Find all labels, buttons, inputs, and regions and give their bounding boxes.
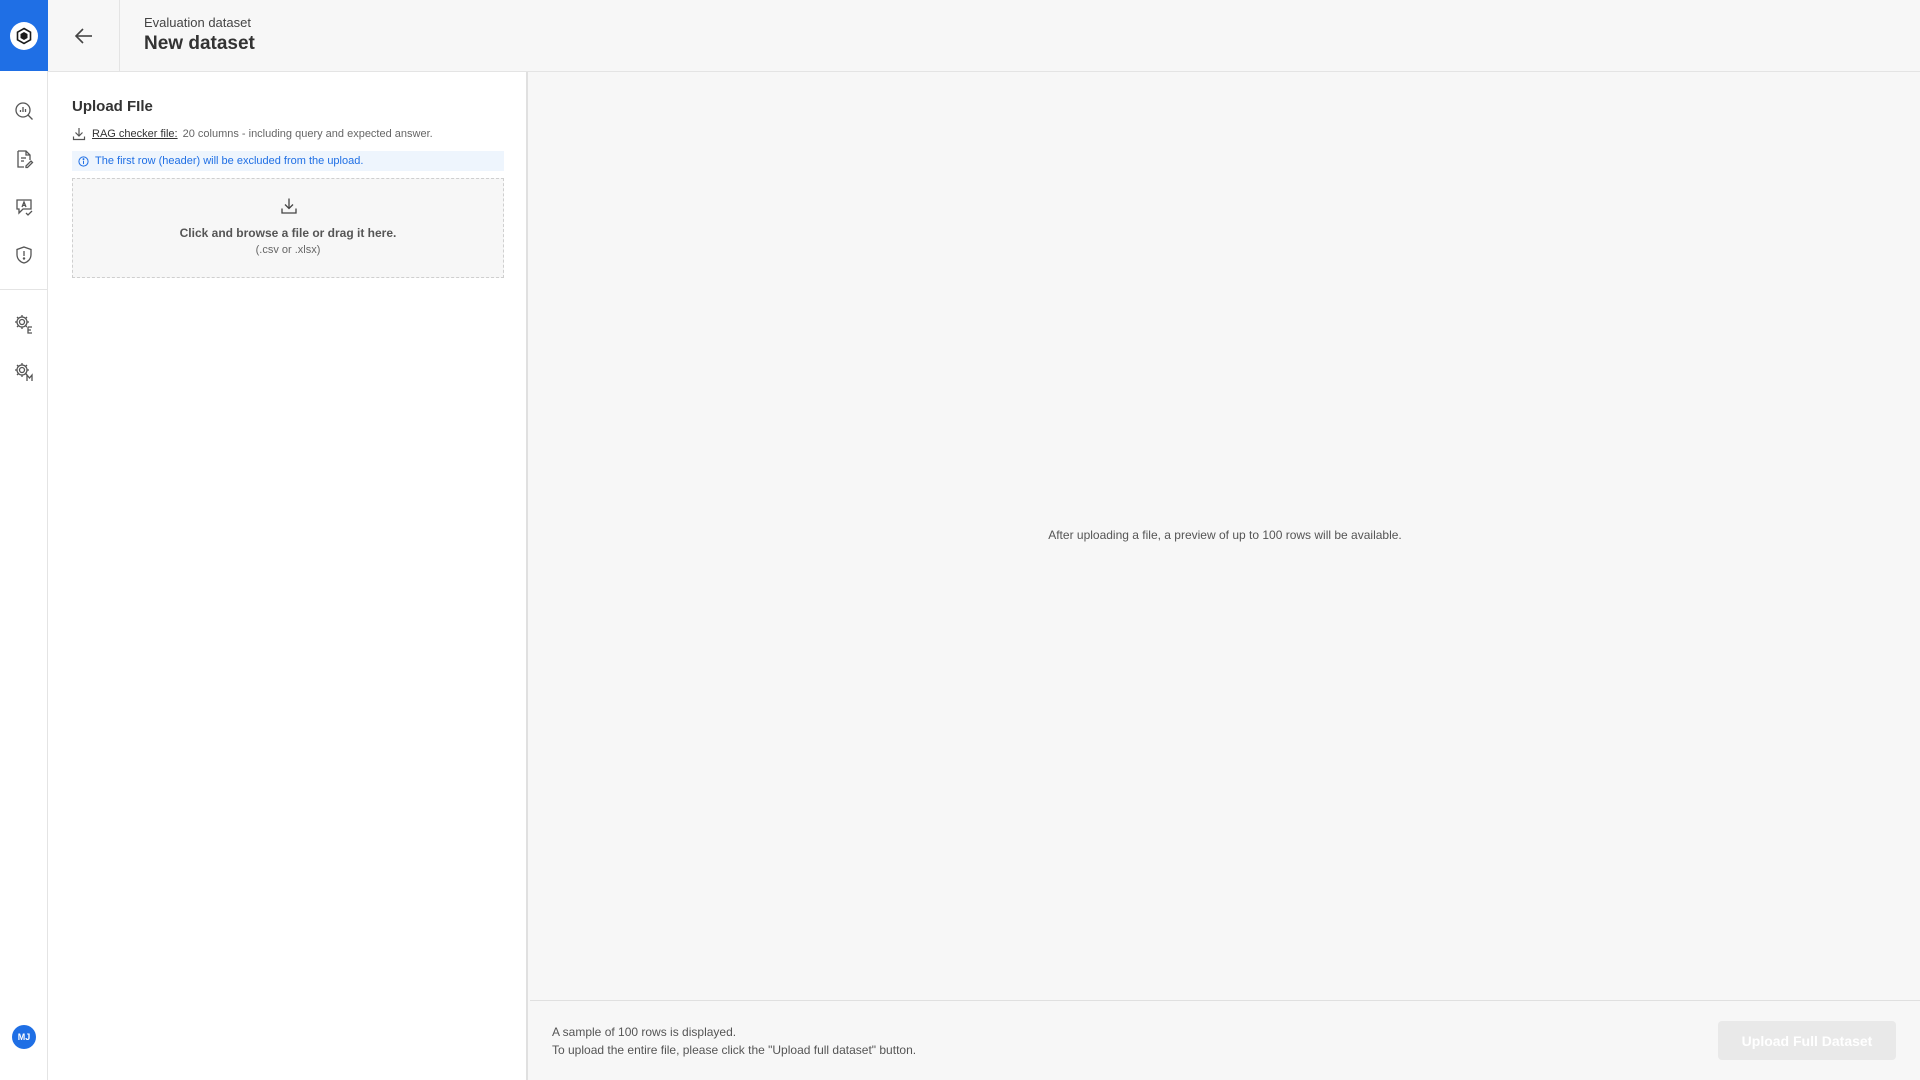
back-button[interactable] bbox=[48, 0, 120, 71]
text-check-icon[interactable] bbox=[12, 195, 36, 219]
upload-instruction-text: To upload the entire file, please click … bbox=[552, 1043, 917, 1057]
page-header: Evaluation dataset New dataset bbox=[48, 0, 1920, 72]
download-icon[interactable] bbox=[72, 127, 86, 141]
sample-info-text: A sample of 100 rows is displayed. bbox=[552, 1025, 737, 1039]
sidebar: MJ bbox=[0, 0, 48, 1080]
arrow-left-icon bbox=[74, 27, 92, 44]
settings-m-icon[interactable] bbox=[12, 360, 36, 384]
upload-full-dataset-button[interactable]: Upload Full Dataset bbox=[1718, 1021, 1896, 1060]
page-title: New dataset bbox=[144, 33, 255, 54]
upload-panel: Upload FIle RAG checker file: 20 columns… bbox=[48, 72, 528, 1080]
rag-checker-description: 20 columns - including query and expecte… bbox=[182, 128, 433, 140]
rag-checker-row: RAG checker file: 20 columns - including… bbox=[72, 126, 433, 142]
analytics-search-icon[interactable] bbox=[12, 99, 36, 123]
preview-panel: After uploading a file, a preview of up … bbox=[530, 72, 1920, 1002]
dropzone-instruction: Click and browse a file or drag it here. bbox=[179, 226, 397, 240]
info-icon bbox=[78, 155, 90, 167]
upload-panel-title: Upload FIle bbox=[72, 98, 153, 115]
user-avatar[interactable]: MJ bbox=[12, 1025, 36, 1049]
breadcrumb: Evaluation dataset bbox=[144, 15, 251, 30]
settings-e-icon[interactable] bbox=[12, 312, 36, 336]
upload-download-icon bbox=[281, 198, 297, 214]
header-row-notice: The first row (header) will be excluded … bbox=[72, 151, 504, 171]
shield-alert-icon[interactable] bbox=[12, 243, 36, 267]
file-dropzone[interactable]: Click and browse a file or drag it here.… bbox=[72, 178, 504, 278]
sidebar-divider bbox=[0, 289, 47, 290]
preview-footer: A sample of 100 rows is displayed. To up… bbox=[530, 1000, 1920, 1080]
preview-empty-message: After uploading a file, a preview of up … bbox=[1048, 528, 1402, 542]
logo-icon bbox=[10, 21, 38, 50]
document-edit-icon[interactable] bbox=[12, 147, 36, 171]
app-logo[interactable] bbox=[0, 0, 48, 71]
rag-checker-file-link[interactable]: RAG checker file: bbox=[92, 128, 178, 140]
dropzone-file-types: (.csv or .xlsx) bbox=[255, 244, 321, 256]
notice-text: The first row (header) will be excluded … bbox=[95, 155, 364, 167]
